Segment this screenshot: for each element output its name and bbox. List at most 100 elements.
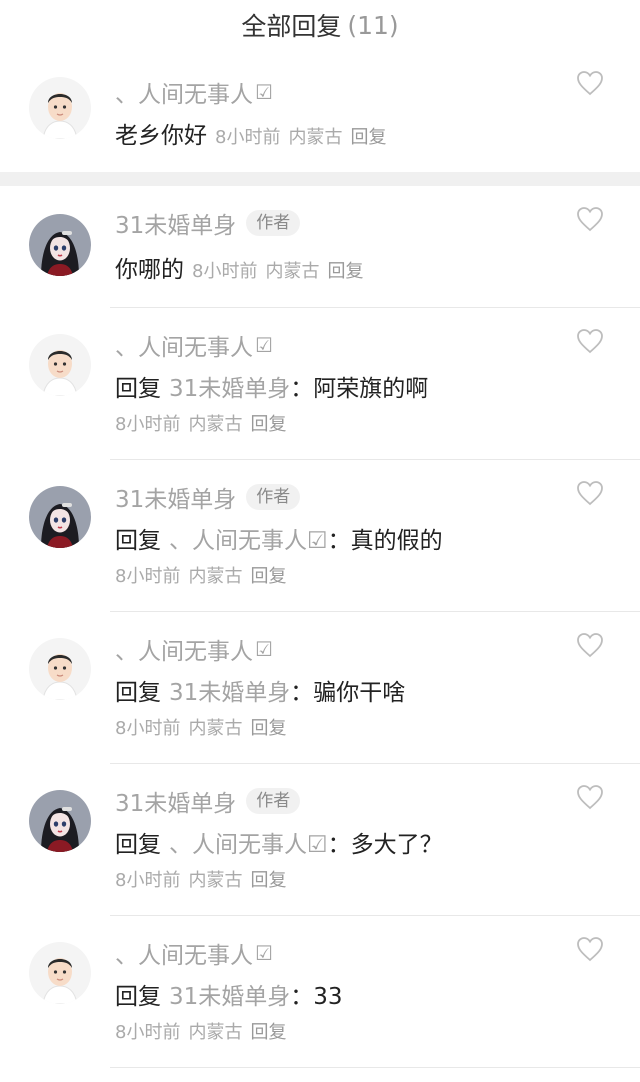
author-name[interactable]: 31未婚单身 — [115, 480, 236, 514]
comment-meta: 8小时前 内蒙古 回复 — [115, 714, 294, 740]
checkbox-icon: ☑ — [255, 941, 273, 965]
list-item: 31未婚单身 作者 回复 、人间无事人☑ ： 多大了？ 8小时前 内蒙古 回复 — [0, 764, 640, 916]
comment-body[interactable]: 回复 31未婚单身 ： 33 — [115, 977, 343, 1011]
top-comment: 、人间无事人 ☑ 老乡你好 8小时前 内蒙古 回复 — [0, 50, 640, 172]
checkbox-icon: ☑ — [255, 80, 273, 104]
author-badge: 作者 — [246, 788, 301, 814]
comment-text: 老乡你好 — [115, 123, 207, 149]
heart-outline-icon[interactable] — [576, 784, 604, 810]
comment-meta: 8小时前 内蒙古 回复 — [215, 123, 394, 149]
reply-button[interactable]: 回复 — [250, 1022, 286, 1043]
heart-outline-icon[interactable] — [576, 206, 604, 232]
reply-prefix: 回复 — [115, 680, 161, 706]
comment-time: 8小时前 — [115, 870, 181, 891]
list-item: 、人间无事人 ☑ 回复 31未婚单身 ： 阿荣旗的啊 8小时前 内蒙古 回复 — [0, 308, 640, 460]
comment-meta: 8小时前 内蒙古 回复 — [115, 562, 294, 588]
reply-colon: ： — [290, 680, 314, 706]
reply-button[interactable]: 回复 — [327, 261, 363, 282]
reply-colon: ： — [290, 984, 314, 1010]
comment-time: 8小时前 — [215, 127, 281, 148]
comment-text: 你哪的 — [115, 257, 184, 283]
checkbox-icon: ☑ — [255, 333, 273, 357]
reply-button[interactable]: 回复 — [250, 414, 286, 435]
author-name[interactable]: 31未婚单身 — [115, 206, 236, 240]
author-name[interactable]: 、人间无事人 — [115, 328, 253, 362]
page-title: 全部回复 — [241, 12, 342, 41]
comment-author[interactable]: 31未婚单身 作者 — [115, 206, 301, 240]
reply-target[interactable]: 31未婚单身 — [169, 977, 290, 1011]
comment-time: 8小时前 — [115, 718, 181, 739]
comment-author[interactable]: 、人间无事人 ☑ — [115, 632, 273, 666]
list-item: 、人间无事人 ☑ 回复 31未婚单身 ： 33 8小时前 内蒙古 回复 — [0, 916, 640, 1068]
author-badge: 作者 — [246, 484, 301, 510]
author-name[interactable]: 、人间无事人 — [115, 632, 253, 666]
comment-body[interactable]: 回复 31未婚单身 ： 骗你干啥 — [115, 673, 405, 707]
comment-author[interactable]: 、人间无事人 ☑ — [115, 328, 273, 362]
list-item: 31未婚单身 作者 回复 、人间无事人☑ ： 真的假的 8小时前 内蒙古 回复 — [0, 460, 640, 612]
comment-text: 33 — [313, 984, 343, 1010]
list-item: 、人间无事人 ☑ 回复 31未婚单身 ： 骗你干啥 8小时前 内蒙古 回复 — [0, 612, 640, 764]
comment-time: 8小时前 — [115, 414, 181, 435]
avatar[interactable] — [29, 334, 91, 396]
comment-text: 真的假的 — [350, 528, 443, 554]
avatar[interactable] — [29, 77, 91, 139]
comment-meta: 8小时前 内蒙古 回复 — [192, 257, 371, 283]
reply-button[interactable]: 回复 — [250, 718, 286, 739]
reply-colon: ： — [290, 376, 314, 402]
author-name[interactable]: 31未婚单身 — [115, 784, 236, 818]
reply-prefix: 回复 — [115, 832, 161, 858]
header: 全部回复 (11) — [0, 0, 640, 50]
author-name[interactable]: 、人间无事人 — [115, 75, 253, 109]
comment-author[interactable]: 、人间无事人 ☑ — [115, 936, 273, 970]
comment-location: 内蒙古 — [188, 566, 243, 587]
reply-colon: ： — [327, 832, 351, 858]
avatar[interactable] — [29, 942, 91, 1004]
comment-body[interactable]: 你哪的 8小时前 内蒙古 回复 — [115, 250, 371, 284]
reply-button[interactable]: 回复 — [250, 870, 286, 891]
section-separator — [0, 172, 640, 186]
heart-outline-icon[interactable] — [576, 632, 604, 658]
divider — [110, 1067, 640, 1068]
reply-target[interactable]: 31未婚单身 — [169, 369, 290, 403]
comment-time: 8小时前 — [115, 566, 181, 587]
comment-text: 多大了？ — [350, 832, 443, 858]
comment-time: 8小时前 — [192, 261, 258, 282]
comment-body[interactable]: 回复 、人间无事人☑ ： 真的假的 — [115, 521, 443, 555]
list-item: 31未婚单身 作者 你哪的 8小时前 内蒙古 回复 — [0, 186, 640, 308]
comment-meta: 8小时前 内蒙古 回复 — [115, 1018, 294, 1044]
comment-location: 内蒙古 — [188, 718, 243, 739]
heart-outline-icon[interactable] — [576, 480, 604, 506]
avatar[interactable] — [29, 790, 91, 852]
heart-outline-icon[interactable] — [576, 936, 604, 962]
reply-target[interactable]: 31未婚单身 — [169, 673, 290, 707]
comment-location: 内蒙古 — [188, 414, 243, 435]
heart-outline-icon[interactable] — [576, 328, 604, 354]
reply-prefix: 回复 — [115, 528, 161, 554]
comment-body[interactable]: 老乡你好 8小时前 内蒙古 回复 — [115, 116, 394, 150]
reply-target[interactable]: 、人间无事人☑ — [169, 521, 328, 555]
reply-prefix: 回复 — [115, 376, 161, 402]
author-name[interactable]: 、人间无事人 — [115, 936, 253, 970]
reply-button[interactable]: 回复 — [350, 127, 386, 148]
reply-target[interactable]: 、人间无事人☑ — [169, 825, 328, 859]
comment-location: 内蒙古 — [188, 1022, 243, 1043]
avatar[interactable] — [29, 638, 91, 700]
comment-meta: 8小时前 内蒙古 回复 — [115, 866, 294, 892]
reply-prefix: 回复 — [115, 984, 161, 1010]
comment-author[interactable]: 31未婚单身 作者 — [115, 784, 301, 818]
comment-author[interactable]: 31未婚单身 作者 — [115, 480, 301, 514]
comment-location: 内蒙古 — [288, 127, 343, 148]
avatar[interactable] — [29, 214, 91, 276]
comment-body[interactable]: 回复 、人间无事人☑ ： 多大了？ — [115, 825, 443, 859]
comment-text: 阿荣旗的啊 — [313, 376, 429, 402]
comment-location: 内蒙古 — [265, 261, 320, 282]
author-badge: 作者 — [246, 210, 301, 236]
comment-meta: 8小时前 内蒙古 回复 — [115, 410, 294, 436]
heart-outline-icon[interactable] — [576, 70, 604, 96]
comment-body[interactable]: 回复 31未婚单身 ： 阿荣旗的啊 — [115, 369, 428, 403]
avatar[interactable] — [29, 486, 91, 548]
reply-count: (11) — [347, 10, 399, 40]
checkbox-icon: ☑ — [255, 637, 273, 661]
reply-button[interactable]: 回复 — [250, 566, 286, 587]
comment-author[interactable]: 、人间无事人 ☑ — [115, 75, 273, 109]
